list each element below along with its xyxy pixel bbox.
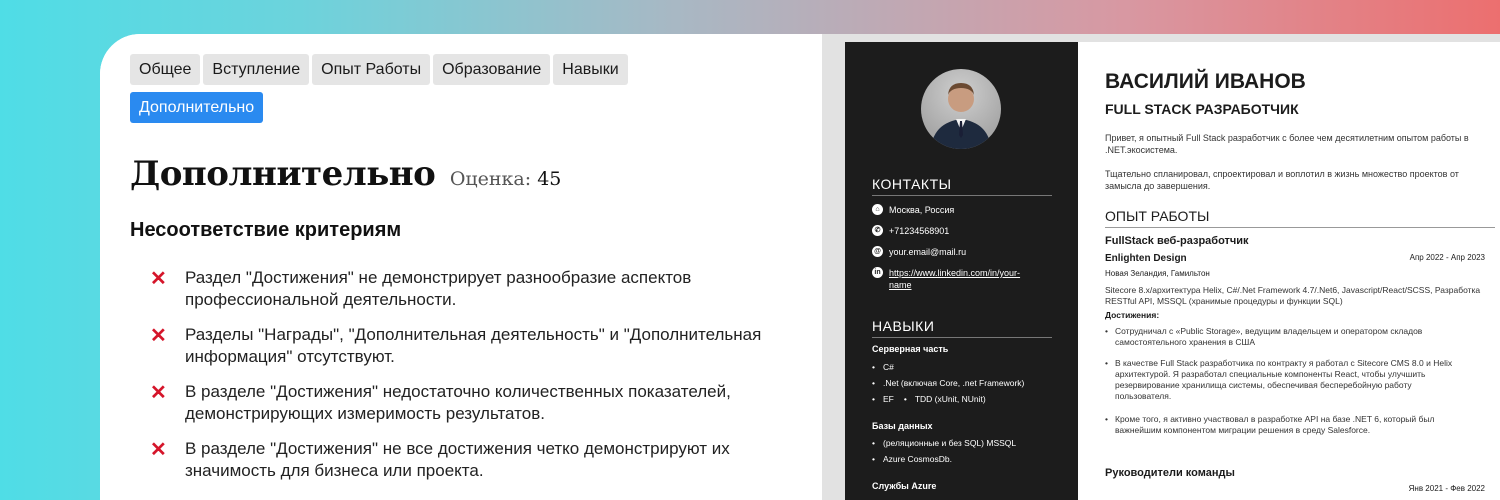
contact-location: ⌂ Москва, Россия (872, 204, 954, 216)
location-icon: ⌂ (872, 204, 883, 215)
email-icon: @ (872, 246, 883, 257)
skill-item: • EF • TDD (xUnit, NUnit) (872, 394, 986, 404)
tab-general[interactable]: Общее (130, 54, 201, 85)
section-title: Дополнительно (130, 154, 436, 194)
contact-email: @ your.email@mail.ru (872, 246, 966, 258)
job-stack: Sitecore 8.x/архитектура Helix, C#/.Net … (1105, 285, 1481, 306)
issue-item: ✕ Разделы "Награды", "Дополнительная деят… (150, 324, 810, 368)
achievements-label: Достижения: (1105, 310, 1160, 320)
resume-main: ВАСИЛИЙ ИВАНОВ FULL STACK РАЗРАБОТЧИК Пр… (1078, 42, 1500, 500)
section-heading: Дополнительно Оценка: 45 (130, 154, 561, 194)
tab-education[interactable]: Образование (433, 54, 551, 85)
resume-role: FULL STACK РАЗРАБОТЧИК (1105, 101, 1299, 117)
tab-intro[interactable]: Вступление (203, 54, 310, 85)
skill-item: • .Net (включая Core, .net Framework) (872, 378, 1025, 388)
issue-item: ✕ В разделе "Достижения" не все достижени… (150, 438, 810, 482)
job-location: Новая Зеландия, Гамильтон (1105, 269, 1210, 278)
resume-sidebar: КОНТАКТЫ ⌂ Москва, Россия ✆ +71234568901 @… (845, 42, 1078, 500)
skill-item: • C# (872, 362, 894, 372)
skill-item: • (реляционные и без SQL) MSSQL (872, 438, 1017, 448)
job-company: Enlighten Design Апр 2022 - Апр 2023 (1105, 253, 1485, 264)
experience-title: ОПЫТ РАБОТЫ (1105, 208, 1495, 228)
criteria-heading: Несоответствие критериям (130, 219, 402, 241)
job-title: Руководители команды (1105, 467, 1235, 479)
skill-item: • Azure CosmosDb. (872, 454, 952, 464)
job-dates: Янв 2021 - Фев 2022 (1408, 484, 1485, 493)
resume-summary: Привет, я опытный Full Stack разработчик… (1105, 133, 1469, 155)
job-dates: Апр 2022 - Апр 2023 (1409, 253, 1485, 262)
tab-additional[interactable]: Дополнительно (130, 92, 264, 123)
issue-text: В разделе "Достижения" недостаточно коли… (185, 382, 731, 423)
achievement-item: Сотрудничал с «Public Storage», ведущим … (1105, 326, 1465, 348)
issue-text: В разделе "Достижения" не все достижения… (185, 439, 730, 480)
score-value: 45 (537, 168, 562, 190)
skill-group-azure: Службы Azure (872, 481, 937, 491)
phone-icon: ✆ (872, 225, 883, 236)
contacts-title: КОНТАКТЫ (872, 176, 1052, 196)
cross-icon: ✕ (150, 268, 167, 290)
cross-icon: ✕ (150, 325, 167, 347)
issues-list: ✕ Раздел "Достижения" не демонстрирует ра… (150, 267, 810, 495)
profile-photo (921, 69, 1001, 149)
resume-name: ВАСИЛИЙ ИВАНОВ (1105, 70, 1306, 93)
achievement-item: В качестве Full Stack разработчика по ко… (1105, 358, 1465, 402)
tab-experience[interactable]: Опыт Работы (312, 54, 431, 85)
contact-phone: ✆ +71234568901 (872, 225, 949, 237)
skill-group-db: Базы данных (872, 421, 933, 431)
cross-icon: ✕ (150, 382, 167, 404)
skill-group-server: Серверная часть (872, 344, 949, 354)
resume-preview: КОНТАКТЫ ⌂ Москва, Россия ✆ +71234568901 @… (822, 34, 1500, 500)
contact-linkedin: in https://www.linkedin.com/in/your-name (872, 267, 1039, 291)
issue-item: ✕ В разделе "Достижения" недостаточно кол… (150, 381, 810, 425)
issue-text: Разделы "Награды", "Дополнительная деяте… (185, 325, 762, 366)
skills-title: НАВЫКИ (872, 318, 1052, 338)
review-card: Общее Вступление Опыт Работы Образование Нав… (100, 34, 1500, 500)
score-label: Оценка: (449, 168, 532, 190)
achievement-item: Кроме того, я активно участвовал в разра… (1105, 414, 1465, 436)
resume-summary: Тщательно спланировал, спроектировал и в… (1105, 169, 1459, 191)
job-title: FullStack веб-разработчик (1105, 235, 1249, 247)
issue-item: ✕ Раздел "Достижения" не демонстрирует ра… (150, 267, 810, 311)
score: Оценка: 45 (450, 168, 562, 190)
linkedin-icon: in (872, 267, 883, 278)
section-tabs: Общее Вступление Опыт Работы Образование Нав… (130, 54, 730, 130)
issue-text: Раздел "Достижения" не демонстрирует раз… (185, 268, 692, 309)
review-panel: Общее Вступление Опыт Работы Образование Нав… (100, 34, 822, 500)
cross-icon: ✕ (150, 439, 167, 461)
linkedin-link[interactable]: https://www.linkedin.com/in/your-name (889, 267, 1039, 291)
tab-skills[interactable]: Навыки (553, 54, 628, 85)
